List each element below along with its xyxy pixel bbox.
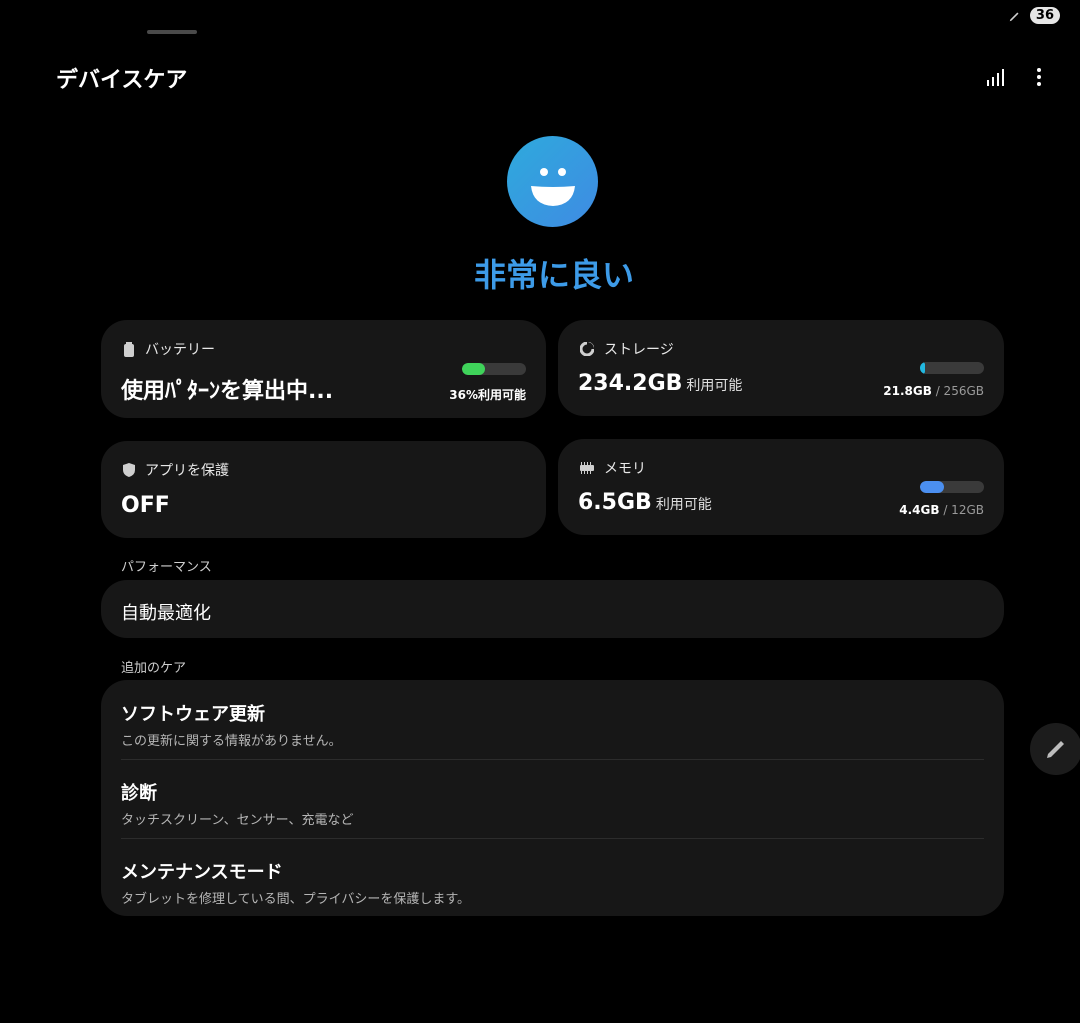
storage-unit: 利用可能	[686, 378, 743, 394]
battery-card[interactable]: バッテリー 使用ﾊﾟﾀｰﾝを算出中... 36%利用可能	[101, 320, 546, 418]
battery-bar	[462, 363, 526, 375]
memory-total: / 12GB	[943, 503, 984, 517]
performance-section-label: パフォーマンス	[121, 560, 212, 575]
memory-bar-fill	[920, 481, 944, 493]
memory-bar	[920, 481, 984, 493]
memory-value-row: 6.5GB 利用可能	[578, 490, 712, 515]
notification-badge: 36	[1029, 7, 1060, 24]
memory-used: 4.4GB	[899, 503, 940, 517]
diagnostics-item[interactable]: 診断 タッチスクリーン、センサー、充電など	[121, 779, 984, 828]
storage-total: / 256GB	[935, 384, 984, 398]
battery-title: バッテリー	[145, 342, 215, 358]
battery-percent: 36%利用可能	[449, 388, 526, 402]
maintenance-mode-item[interactable]: メンテナンスモード タブレットを修理している間、プライバシーを保護します。	[121, 858, 984, 907]
diagnostics-subtitle: タッチスクリーン、センサー、充電など	[121, 813, 354, 828]
maintenance-mode-title: メンテナンスモード	[121, 862, 283, 883]
shield-icon	[123, 463, 135, 477]
auto-optimize-item[interactable]: 自動最適化	[101, 580, 1004, 638]
storage-value-row: 234.2GB 利用可能	[578, 371, 742, 396]
status-bar-right: 36	[1008, 7, 1060, 24]
edit-pen-icon	[1047, 741, 1064, 758]
storage-title: ストレージ	[604, 342, 674, 358]
storage-value: 234.2GB	[578, 371, 683, 396]
more-vertical-icon[interactable]	[1026, 64, 1052, 90]
storage-bar-fill	[920, 362, 926, 374]
app-protection-title: アプリを保護	[145, 463, 229, 479]
divider	[121, 838, 984, 839]
pen-icon	[1009, 12, 1019, 21]
app-protection-card[interactable]: アプリを保護 OFF	[101, 441, 546, 538]
diagnostics-title: 診断	[121, 783, 157, 804]
maintenance-mode-subtitle: タブレットを修理している間、プライバシーを保護します。	[121, 892, 471, 907]
memory-value: 6.5GB	[578, 490, 652, 515]
additional-care-card: ソフトウェア更新 この更新に関する情報がありません。 診断 タッチスクリーン、セ…	[101, 680, 1004, 916]
battery-bar-fill	[462, 363, 486, 375]
memory-card[interactable]: メモリ 6.5GB 利用可能 4.4GB / 12GB	[558, 439, 1004, 535]
app-protection-value: OFF	[121, 493, 170, 518]
toolbar	[982, 64, 1052, 90]
edit-floating-button[interactable]	[1030, 723, 1080, 775]
pie-chart-icon	[580, 342, 594, 356]
storage-bar	[920, 362, 984, 374]
bar-chart-icon[interactable]	[982, 64, 1008, 90]
memory-title: メモリ	[604, 461, 646, 477]
smiley-face-icon	[507, 136, 598, 227]
storage-usage: 21.8GB / 256GB	[883, 384, 984, 398]
memory-usage: 4.4GB / 12GB	[899, 503, 984, 517]
storage-card[interactable]: ストレージ 234.2GB 利用可能 21.8GB / 256GB	[558, 320, 1004, 416]
software-update-title: ソフトウェア更新	[121, 704, 265, 725]
divider	[121, 759, 984, 760]
drag-handle[interactable]	[147, 30, 197, 34]
memory-chip-icon	[580, 462, 594, 474]
battery-icon	[124, 341, 134, 357]
software-update-subtitle: この更新に関する情報がありません。	[121, 734, 342, 749]
additional-care-section-label: 追加のケア	[121, 661, 187, 676]
software-update-item[interactable]: ソフトウェア更新 この更新に関する情報がありません。	[121, 700, 984, 749]
storage-used: 21.8GB	[883, 384, 932, 398]
auto-optimize-label: 自動最適化	[121, 603, 211, 624]
device-status-label: 非常に良い	[473, 256, 634, 294]
battery-status-text: 使用ﾊﾟﾀｰﾝを算出中...	[121, 379, 334, 404]
page-title: デバイスケア	[56, 68, 188, 93]
memory-unit: 利用可能	[655, 497, 712, 513]
